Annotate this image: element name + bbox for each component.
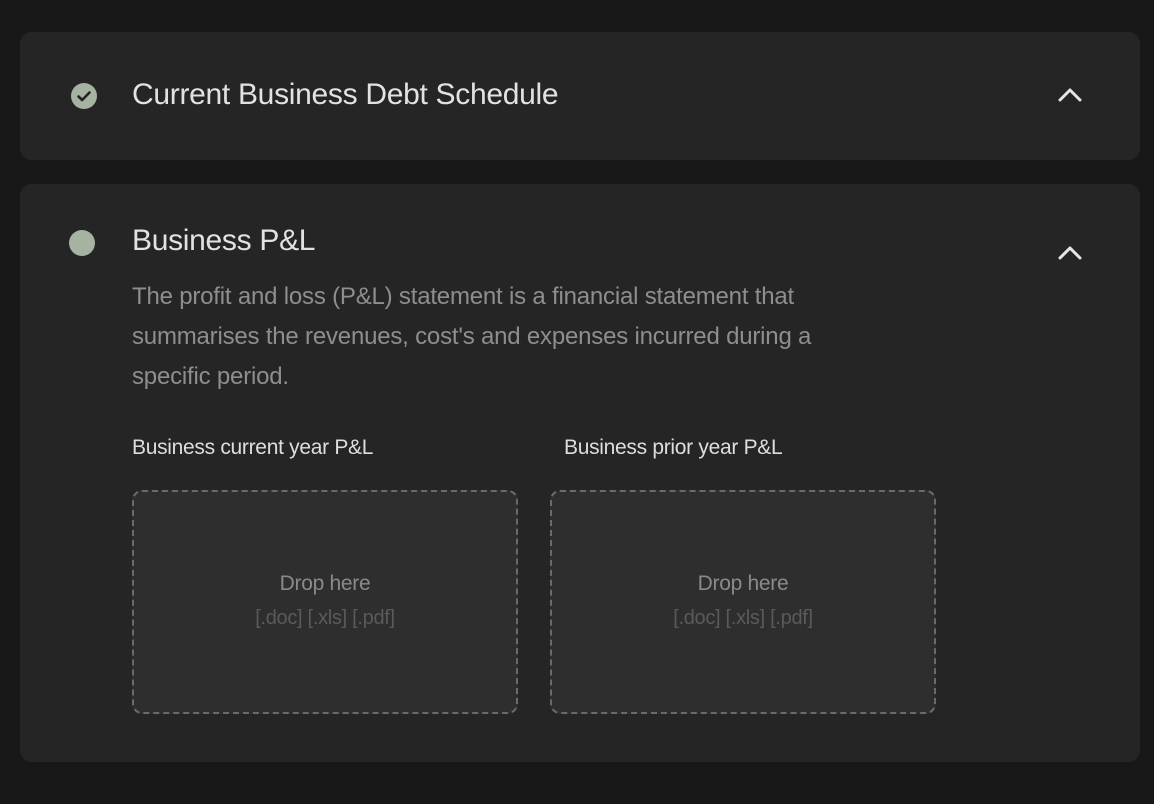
section-title: Current Business Debt Schedule: [132, 78, 559, 111]
drop-here-text: Drop here: [697, 572, 789, 595]
check-circle-icon: [71, 83, 97, 109]
dot-circle-icon: [69, 230, 95, 256]
chevron-up-icon[interactable]: [1052, 77, 1088, 113]
section-description: The profit and loss (P&L) statement is a…: [132, 283, 812, 390]
drop-here-text: Drop here: [279, 572, 371, 595]
debt-schedule-section[interactable]: Current Business Debt Schedule: [20, 32, 1140, 160]
accepted-formats-text: [.doc] [.xls] [.pdf]: [673, 607, 813, 629]
accepted-formats-text: [.doc] [.xls] [.pdf]: [255, 607, 395, 629]
section-title: Business P&L: [132, 224, 316, 257]
business-pl-section: Business P&L The profit and loss (P&L) s…: [20, 184, 1140, 762]
prior-year-pl-label: Business prior year P&L: [564, 436, 783, 459]
current-year-pl-label: Business current year P&L: [132, 436, 374, 459]
prior-year-pl-dropzone[interactable]: Drop here [.doc] [.xls] [.pdf]: [550, 490, 936, 714]
current-year-pl-dropzone[interactable]: Drop here [.doc] [.xls] [.pdf]: [132, 490, 518, 714]
chevron-up-icon[interactable]: [1052, 235, 1088, 271]
